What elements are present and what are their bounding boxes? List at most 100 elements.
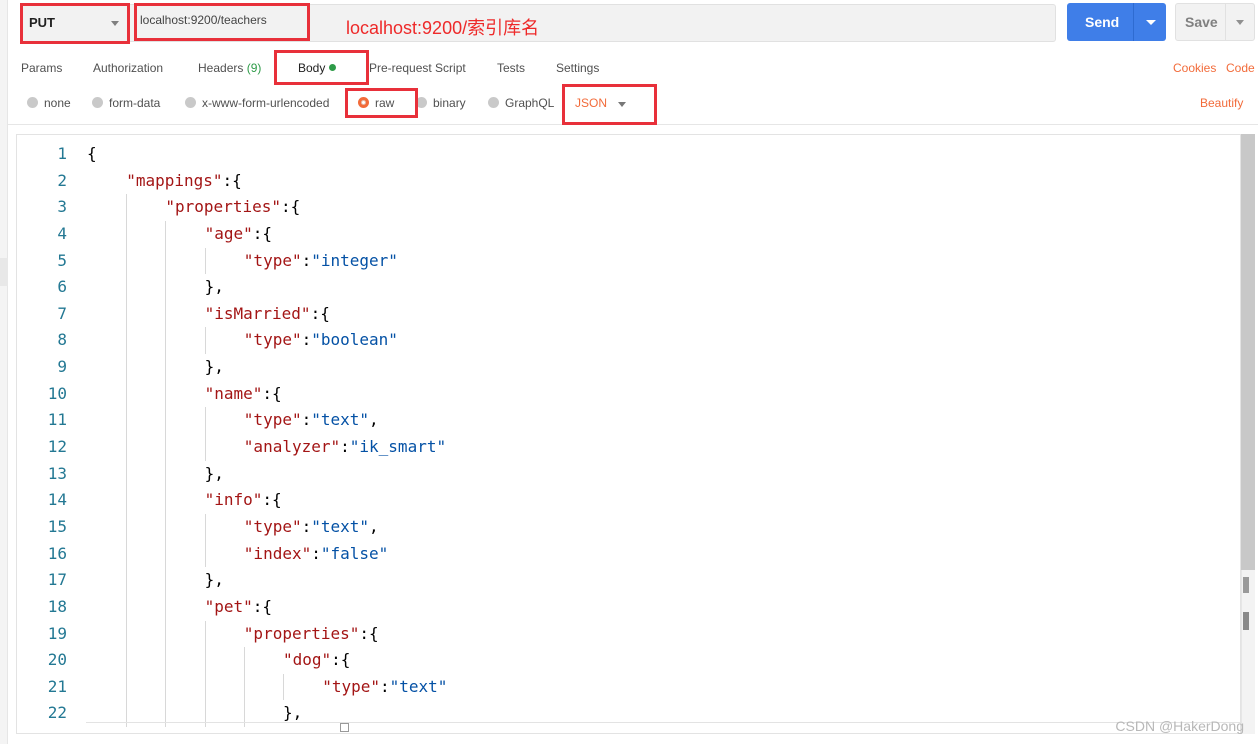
json-punctuation: : — [379, 676, 390, 696]
indent-guide — [243, 647, 245, 674]
code-editor[interactable]: 1{2 "mappings":{3 "properties":{4 "age":{5 "… — [16, 134, 1241, 734]
radio-none[interactable]: none — [27, 96, 71, 110]
json-punctuation: }, — [204, 357, 224, 377]
code-line: 14 "info":{ — [17, 487, 1240, 514]
indent-guide — [126, 620, 128, 648]
line-number: 17 — [47, 570, 67, 590]
line-number: 10 — [47, 383, 67, 403]
indent-guide — [165, 434, 167, 461]
tab-body[interactable]: Body — [298, 61, 337, 75]
json-punctuation: :{ — [280, 197, 301, 217]
url-input[interactable]: localhost:9200/teachers — [140, 13, 267, 27]
indent-guide — [204, 673, 206, 701]
code-text: }, — [205, 461, 224, 488]
tab-pre-request-script[interactable]: Pre-request Script — [369, 61, 466, 75]
indent-guide — [126, 460, 128, 488]
annotation-text: localhost:9200/索引库名 — [346, 18, 540, 38]
json-key: "properties" — [165, 197, 281, 217]
json-key: "mappings" — [126, 170, 223, 190]
code-text: }, — [205, 274, 224, 301]
radio-raw[interactable]: raw — [358, 96, 394, 110]
raw-format-select[interactable]: JSON — [575, 96, 626, 110]
tab-authorization[interactable]: Authorization — [93, 61, 163, 75]
code-text: "properties":{ — [165, 194, 300, 221]
indent-guide — [204, 620, 206, 648]
json-key: "properties" — [243, 623, 360, 643]
tab-params[interactable]: Params — [21, 61, 62, 75]
line-number: 2 — [57, 170, 67, 190]
send-button[interactable]: Send — [1067, 3, 1166, 41]
tab-tests[interactable]: Tests — [497, 61, 525, 75]
tab-settings[interactable]: Settings — [556, 61, 599, 75]
indent-guide — [165, 620, 167, 648]
beautify-link[interactable]: Beautify — [1200, 96, 1243, 110]
json-punctuation: }, — [204, 463, 224, 483]
radio-graphql[interactable]: GraphQL — [488, 96, 554, 110]
indent-guide — [165, 327, 167, 355]
json-string: "text" — [389, 676, 448, 696]
indent-guide — [283, 673, 284, 701]
radio-label: x-www-form-urlencoded — [202, 96, 330, 110]
indent-guide — [126, 194, 128, 221]
sidebar-edge — [0, 0, 8, 744]
radio-binary[interactable]: binary — [416, 96, 466, 110]
code-link[interactable]: Code — [1226, 61, 1255, 75]
scrollbar-thumb[interactable] — [1241, 134, 1255, 570]
indent-guide — [165, 540, 167, 568]
line-number: 6 — [57, 277, 67, 297]
code-text: "pet":{ — [205, 594, 272, 621]
line-number: 12 — [47, 437, 67, 457]
code-line: 20 "dog":{ — [17, 647, 1240, 674]
line-number: 21 — [47, 676, 67, 696]
url-field[interactable] — [128, 4, 1056, 42]
radio-form-data[interactable]: form-data — [92, 96, 160, 110]
send-options-chevron-icon[interactable] — [1146, 20, 1156, 25]
json-punctuation: , — [369, 516, 379, 536]
indent-guide — [165, 247, 167, 275]
save-button[interactable]: Save — [1175, 3, 1255, 41]
json-key: "name" — [204, 383, 263, 403]
json-key: "type" — [243, 330, 302, 350]
code-line: 4 "age":{ — [17, 220, 1240, 248]
chevron-down-icon — [618, 102, 626, 107]
code-text: }, — [205, 567, 224, 594]
code-text: "index":"false" — [244, 541, 389, 568]
code-line: 17}, — [17, 567, 1240, 594]
json-key: "type" — [243, 250, 302, 270]
tab-headers[interactable]: Headers (9) — [198, 61, 261, 75]
headers-count-badge: (9) — [246, 61, 262, 75]
code-text: "type":"text", — [244, 514, 379, 541]
section-divider — [8, 124, 1258, 125]
json-punctuation: }, — [283, 703, 303, 723]
indent-guide — [204, 434, 206, 461]
code-text: "dog":{ — [283, 647, 350, 674]
code-line: 3 "properties":{ — [17, 194, 1240, 221]
code-line: 19 "properties":{ — [17, 620, 1240, 648]
horizontal-scrollbar[interactable] — [86, 722, 1241, 732]
code-line: 21 "type":"text" — [17, 673, 1240, 701]
indent-guide — [165, 380, 167, 408]
code-line: 11 "type":"text", — [17, 407, 1240, 435]
code-text: "name":{ — [205, 381, 282, 408]
line-number: 9 — [57, 357, 67, 377]
indent-guide — [165, 647, 167, 674]
json-key: "type" — [243, 516, 302, 536]
radio-label: none — [44, 96, 71, 110]
line-number: 16 — [47, 543, 67, 563]
json-key: "analyzer" — [243, 437, 341, 457]
code-line: 10 "name":{ — [17, 380, 1240, 408]
fold-marker-icon — [340, 723, 349, 732]
indent-guide — [126, 220, 128, 248]
radio-x-www-form-urlencoded[interactable]: x-www-form-urlencoded — [185, 96, 329, 110]
indent-guide — [165, 673, 167, 701]
code-line: 1{ — [17, 141, 1240, 168]
method-select[interactable]: PUT — [20, 4, 130, 42]
code-line: 7 "isMarried":{ — [17, 300, 1240, 328]
json-punctuation: :{ — [262, 490, 282, 510]
code-text: "type":"text", — [244, 407, 379, 434]
save-options-chevron-icon[interactable] — [1236, 20, 1244, 25]
indent-guide — [165, 487, 167, 514]
cookies-link[interactable]: Cookies — [1173, 61, 1216, 75]
raw-format-label: JSON — [575, 96, 608, 110]
line-number: 3 — [57, 197, 67, 217]
